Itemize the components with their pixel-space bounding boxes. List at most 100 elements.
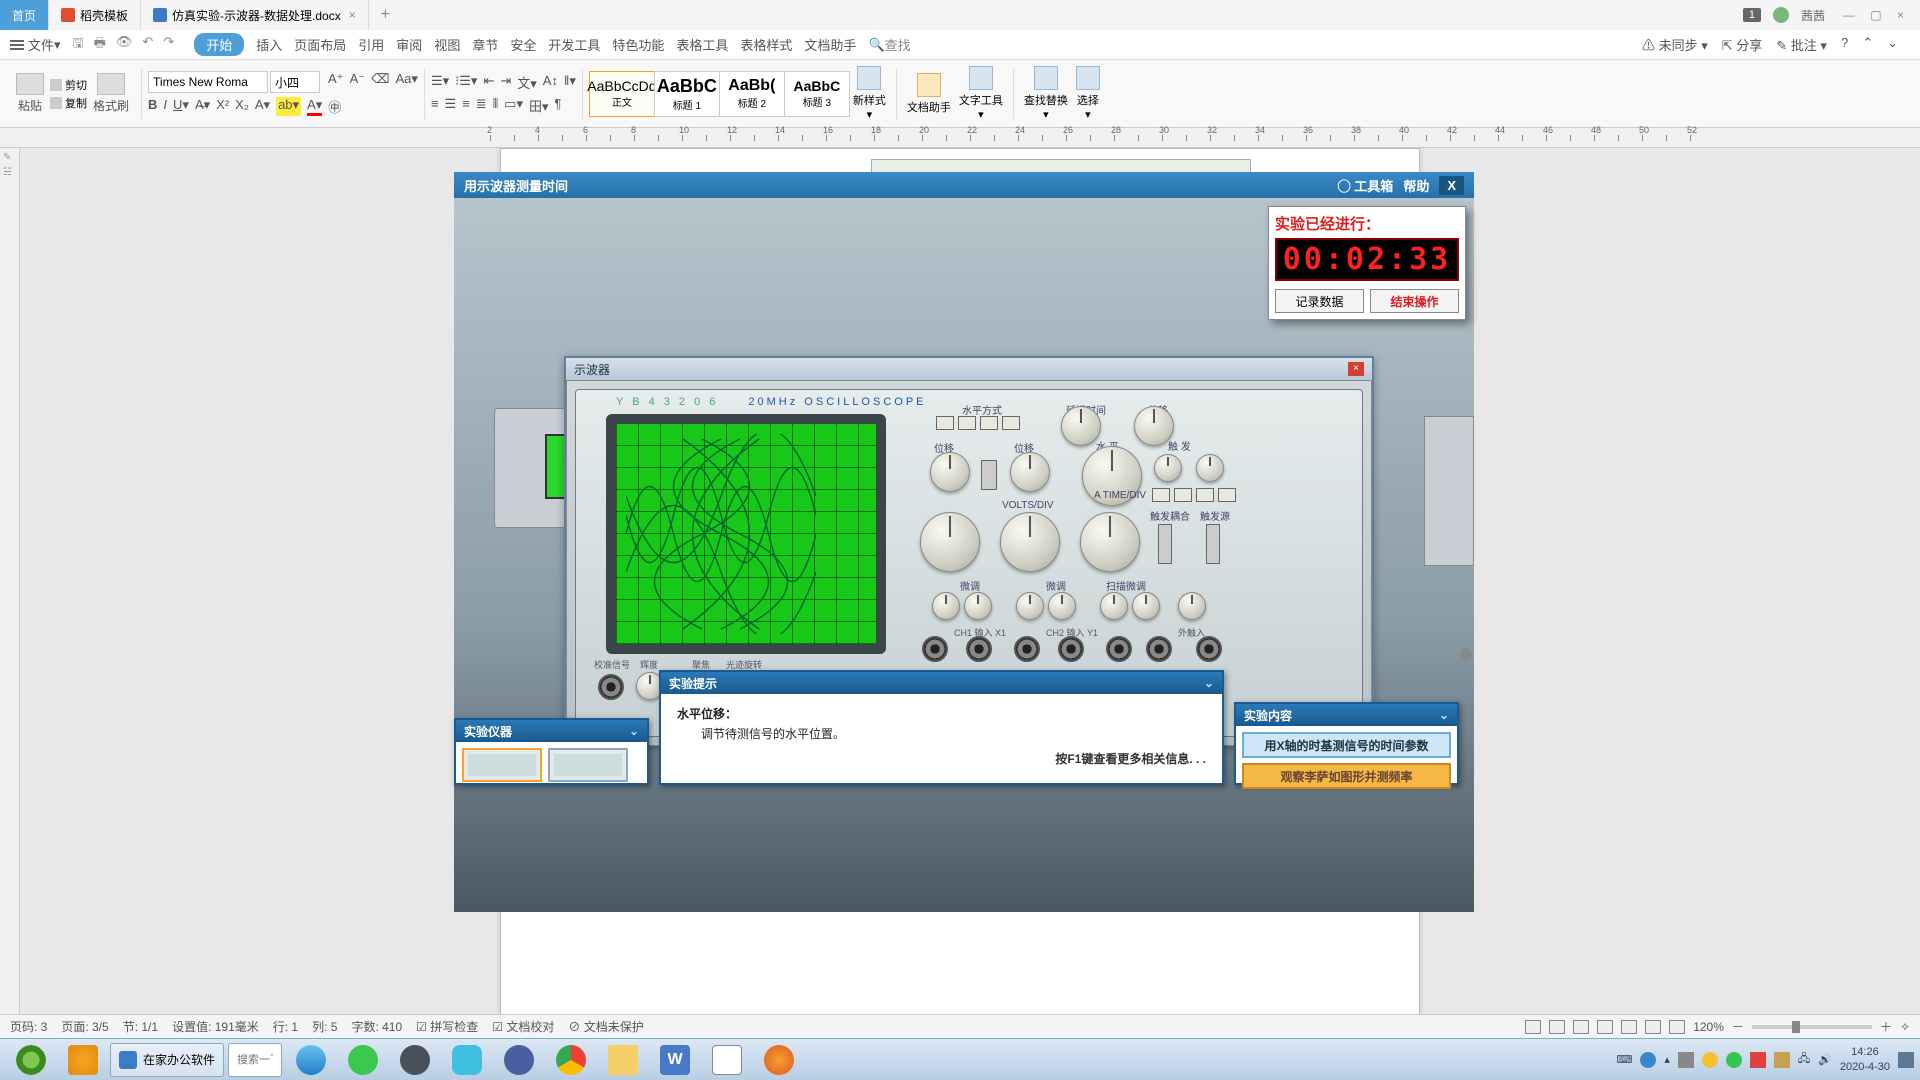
font-effect-button[interactable]: A▾ xyxy=(255,97,270,116)
btime-knob[interactable] xyxy=(1178,592,1206,620)
style-h1[interactable]: AaBbC标题 1 xyxy=(654,71,720,117)
holdoff-knob[interactable] xyxy=(1132,592,1160,620)
align-justify-button[interactable]: ≣ xyxy=(476,96,487,115)
zoom-slider[interactable] xyxy=(1752,1025,1872,1029)
zoom-out-button[interactable]: － xyxy=(1732,1018,1744,1035)
taskbar-explorer[interactable]: 在家办公软件 xyxy=(110,1043,224,1077)
menu-doc-assist[interactable]: 文档助手 xyxy=(804,35,856,54)
collapse-icon[interactable]: ⌃ xyxy=(1862,35,1873,54)
timebase-knob[interactable] xyxy=(1080,512,1140,572)
doc-protect[interactable]: ⊘ 文档未保护 xyxy=(568,1018,643,1035)
share-button[interactable]: ⇱ 分享 xyxy=(1722,35,1763,54)
collapse-icon[interactable]: ⌄ xyxy=(1439,708,1449,722)
style-h3[interactable]: AaBbC标题 3 xyxy=(784,71,850,117)
ch2-var-knob[interactable] xyxy=(1048,592,1076,620)
ch1-bnc-2[interactable] xyxy=(966,636,992,662)
taskbar-sogou[interactable] xyxy=(390,1042,440,1078)
highlight-button[interactable]: ab▾ xyxy=(276,97,301,116)
ext-bnc-2[interactable] xyxy=(1146,636,1172,662)
taskbar-app-2[interactable] xyxy=(442,1042,492,1078)
phonetic-button[interactable]: ㊥ xyxy=(328,97,341,116)
content-header[interactable]: 实验内容⌄ xyxy=(1236,704,1457,726)
more-icon[interactable]: ⌄ xyxy=(1887,35,1898,54)
close-icon[interactable]: × xyxy=(1348,362,1364,376)
collapse-icon[interactable]: ⌄ xyxy=(1204,676,1214,690)
print-icon[interactable]: 🖶 xyxy=(94,34,106,56)
taskbar-app-3[interactable] xyxy=(494,1042,544,1078)
underline-button[interactable]: U▾ xyxy=(173,97,189,116)
start-button[interactable] xyxy=(6,1042,56,1078)
file-menu[interactable]: 文件 ▾ xyxy=(10,35,61,54)
tray-icon-2[interactable] xyxy=(1678,1052,1694,1068)
page-view-icon[interactable] xyxy=(1597,1020,1613,1034)
tab-document[interactable]: 仿真实验-示波器-数据处理.docx× xyxy=(141,0,369,30)
indent-left-button[interactable]: ⇤ xyxy=(483,73,494,92)
sync-status[interactable]: ⚠ 未同步 ▾ xyxy=(1642,35,1708,54)
minimize-icon[interactable]: — xyxy=(1843,8,1855,22)
menu-reference[interactable]: 引用 xyxy=(358,35,384,54)
distribute-button[interactable]: ⫴ xyxy=(493,96,498,115)
preview-icon[interactable]: 👁 xyxy=(116,34,133,56)
menu-devtools[interactable]: 开发工具 xyxy=(548,35,600,54)
select-button[interactable]: 选择▾ xyxy=(1072,66,1104,121)
text-direction-button[interactable]: 文▾ xyxy=(517,73,537,92)
menu-security[interactable]: 安全 xyxy=(510,35,536,54)
cal-output[interactable] xyxy=(598,674,624,700)
instrument-thumb-2[interactable] xyxy=(548,748,628,782)
restore-icon[interactable]: ▢ xyxy=(1870,8,1881,22)
search-input[interactable] xyxy=(237,1054,273,1066)
bullets-button[interactable]: ☰▾ xyxy=(431,73,449,92)
trigger-knob-1[interactable] xyxy=(1154,454,1182,482)
mode-slider[interactable] xyxy=(981,460,997,490)
toolbox-button[interactable]: ◯ 工具箱 xyxy=(1338,176,1394,195)
web-view-icon[interactable] xyxy=(1645,1020,1661,1034)
best-fit-icon[interactable]: ✧ xyxy=(1900,1020,1910,1034)
new-style-button[interactable]: 新样式▾ xyxy=(849,66,890,121)
grow-font-icon[interactable]: A⁺ xyxy=(328,71,344,93)
menu-table-style[interactable]: 表格样式 xyxy=(740,35,792,54)
align-center-button[interactable]: ☰ xyxy=(445,96,457,115)
italic-button[interactable]: I xyxy=(163,97,167,116)
mode-ab-button[interactable] xyxy=(958,416,976,430)
taskbar-folder[interactable] xyxy=(598,1042,648,1078)
subscript-button[interactable]: X₂ xyxy=(235,97,249,116)
taskbar-wps[interactable]: W xyxy=(650,1042,700,1078)
ch2-position-knob[interactable] xyxy=(1010,452,1050,492)
taskbar-360[interactable] xyxy=(338,1042,388,1078)
mode-xy-button[interactable] xyxy=(1002,416,1020,430)
ch1-volts-knob[interactable] xyxy=(920,512,980,572)
tray-keyboard-icon[interactable]: ⌨ xyxy=(1616,1053,1632,1066)
zoom-level[interactable]: 120% xyxy=(1693,1020,1724,1034)
ch1-fine-knob[interactable] xyxy=(932,592,960,620)
help-icon[interactable]: ? xyxy=(1841,35,1848,54)
experiment-2-button[interactable]: 观察李萨如图形并测频率 xyxy=(1242,763,1451,789)
ext-bnc-1[interactable] xyxy=(1106,636,1132,662)
font-name-select[interactable] xyxy=(148,71,268,93)
tray-icon-3[interactable] xyxy=(1702,1052,1718,1068)
doc-assist-button[interactable]: 文档助手 xyxy=(903,73,955,115)
numbering-button[interactable]: ⁝☰▾ xyxy=(455,73,477,92)
cut-button[interactable]: 剪切 xyxy=(50,77,87,93)
menu-features[interactable]: 特色功能 xyxy=(612,35,664,54)
edit-mode-icon[interactable] xyxy=(1573,1020,1589,1034)
spell-check[interactable]: ☑ 拼写检查 xyxy=(416,1018,478,1035)
sim-titlebar[interactable]: 用示波器测量时间 ◯ 工具箱 帮助 X xyxy=(454,172,1474,198)
style-gallery[interactable]: AaBbCcDd正文 AaBbC标题 1 AaBb(标题 2 AaBbC标题 3 xyxy=(589,71,849,117)
experiment-1-button[interactable]: 用X轴的时基测信号的时间参数 xyxy=(1242,732,1451,758)
trig-btn-2[interactable] xyxy=(1174,488,1192,502)
instrument-header[interactable]: 实验仪器⌄ xyxy=(456,720,647,742)
align-vertical-button[interactable]: A↕ xyxy=(543,73,558,92)
find-replace-button[interactable]: 查找替换▾ xyxy=(1020,66,1072,121)
menu-view[interactable]: 视图 xyxy=(434,35,460,54)
ch2-bnc[interactable] xyxy=(1014,636,1040,662)
ext-bnc-3[interactable] xyxy=(1196,636,1222,662)
collapse-icon[interactable]: ⌄ xyxy=(629,724,639,738)
taskbar-firefox[interactable] xyxy=(754,1042,804,1078)
tray-expand-icon[interactable]: ▴ xyxy=(1664,1053,1670,1066)
page-num[interactable]: 页码: 3 xyxy=(10,1018,47,1035)
clear-format-icon[interactable]: ⌫ xyxy=(371,71,389,93)
close-button[interactable]: X xyxy=(1439,176,1464,195)
system-clock[interactable]: 14:26 2020-4-30 xyxy=(1840,1045,1890,1074)
undo-icon[interactable]: ↶ xyxy=(142,34,153,56)
strike-button[interactable]: A̶▾ xyxy=(195,97,210,116)
